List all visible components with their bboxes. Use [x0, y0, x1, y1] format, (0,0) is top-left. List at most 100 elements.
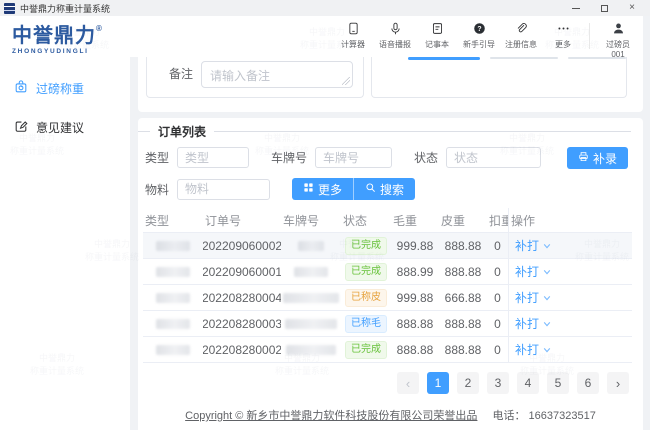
filter-plate-input[interactable]	[315, 147, 392, 168]
next-page-button[interactable]: ›	[607, 372, 629, 394]
tare-weight-cell: 666.88	[439, 285, 487, 310]
user-name: 过磅员001	[606, 40, 630, 60]
column-header: 状态	[341, 208, 391, 232]
registered-mark: ®	[96, 24, 103, 33]
redacted-type	[156, 345, 190, 355]
footer: Copyright © 新乡市中誉鼎力软件科技股份有限公司荣誉出品 电话： 16…	[138, 407, 643, 423]
action-cell: 补打	[508, 259, 632, 284]
tare-weight-cell: 888.88	[439, 311, 487, 336]
plate-cell	[281, 285, 341, 310]
paperclip-icon	[515, 22, 528, 38]
tool-label: 记事本	[425, 40, 449, 50]
supplement-record-button[interactable]: 补录	[567, 147, 628, 169]
beginner-guide-tool[interactable]: ? 新手引导	[458, 20, 500, 50]
tab-indicator[interactable]	[490, 57, 558, 59]
page-button-2[interactable]: 2	[457, 372, 479, 394]
status-badge: 已完成	[345, 263, 387, 281]
table-row[interactable]: 202209060002已完成999.88888.880补打	[143, 233, 632, 259]
remark-label: 备注	[169, 61, 193, 88]
registration-info-tool[interactable]: 注册信息	[500, 20, 542, 50]
user-menu[interactable]: 过磅员001	[595, 20, 641, 60]
grid-icon	[303, 182, 314, 196]
page-button-5[interactable]: 5	[547, 372, 569, 394]
weighing-form-panel: 备注	[138, 57, 643, 112]
action-cell: 补打	[508, 233, 632, 258]
plate-cell	[281, 259, 341, 284]
minimize-button[interactable]	[562, 0, 590, 16]
tare-weight-cell: 888.88	[439, 233, 487, 258]
action-cell: 补打	[508, 311, 632, 336]
redacted-plate	[285, 319, 337, 329]
page-button-4[interactable]: 4	[517, 372, 539, 394]
plate-cell	[281, 233, 341, 258]
scale-icon	[14, 80, 28, 97]
voice-broadcast-tool[interactable]: 语音播报	[374, 20, 416, 50]
table-row[interactable]: 202208280003已称毛888.88888.880补打	[143, 311, 632, 337]
reprint-dropdown[interactable]: 补打	[515, 315, 551, 332]
status-cell: 已完成	[341, 233, 391, 258]
window-title: 中誉鼎力称重计量系统	[20, 2, 110, 15]
column-header: 毛重	[391, 208, 439, 232]
table-row[interactable]: 202208280002已完成888.88888.880补打	[143, 337, 632, 363]
status-cell: 已称毛	[341, 311, 391, 336]
active-tab-indicator[interactable]	[408, 57, 480, 60]
deduct-cell: 0	[487, 259, 508, 284]
order-no-cell: 202208280004	[203, 285, 281, 310]
close-button[interactable]: ×	[618, 0, 646, 16]
order-no-cell: 202209060001	[203, 259, 281, 284]
filter-type-input[interactable]	[177, 147, 249, 168]
filter-row-2: 物料 更多 搜索	[145, 178, 415, 200]
close-icon: ×	[629, 3, 635, 13]
column-header: 订单号	[203, 208, 281, 232]
notepad-tool[interactable]: 记事本	[416, 20, 458, 50]
search-button[interactable]: 搜索	[354, 178, 415, 200]
divider-line	[214, 131, 631, 132]
toolbar: 计算器 语音播报 记事本 ? 新手引导 注册信息 更多	[130, 16, 643, 57]
prev-page-button[interactable]: ‹	[397, 372, 419, 394]
user-icon	[612, 22, 625, 38]
tool-label: 语音播报	[379, 40, 411, 50]
sidebar: 中誉鼎力® ZHONGYUDINGLI 过磅称重 意见建议	[0, 16, 130, 430]
filter-plate-label: 车牌号	[271, 149, 307, 166]
more-tool[interactable]: 更多	[542, 20, 584, 50]
notepad-icon	[431, 22, 444, 38]
reprint-dropdown[interactable]: 补打	[515, 263, 551, 280]
filter-status-input[interactable]	[446, 147, 541, 168]
table-row[interactable]: 202209060001已完成888.99888.880补打	[143, 259, 632, 285]
status-badge: 已称皮	[345, 289, 387, 307]
tare-weight-cell: 888.88	[439, 259, 487, 284]
phone-text: 电话： 16637323517	[493, 410, 596, 422]
sidebar-item-weighing[interactable]: 过磅称重	[0, 69, 130, 108]
supplement-record-label: 补录	[593, 150, 617, 167]
order-table-header: 类型订单号车牌号状态毛重皮重扣重操作	[143, 208, 632, 233]
calculator-tool[interactable]: 计算器	[332, 20, 374, 50]
sidebar-item-feedback[interactable]: 意见建议	[0, 108, 130, 147]
order-no-cell: 202208280003	[203, 311, 281, 336]
column-header: 类型	[143, 208, 203, 232]
deduct-cell: 0	[487, 311, 508, 336]
table-row[interactable]: 202208280004已称皮999.88666.880补打	[143, 285, 632, 311]
filter-type-label: 类型	[145, 149, 169, 166]
page-button-6[interactable]: 6	[577, 372, 599, 394]
type-cell	[143, 311, 203, 336]
more-filters-button[interactable]: 更多	[292, 178, 354, 200]
more-filters-label: 更多	[318, 181, 342, 198]
filter-material-input[interactable]	[177, 179, 270, 200]
chevron-down-icon	[543, 265, 551, 279]
status-badge: 已称毛	[345, 315, 387, 333]
search-icon	[365, 182, 376, 196]
copyright-link[interactable]: Copyright © 新乡市中誉鼎力软件科技股份有限公司荣誉出品	[185, 410, 477, 422]
maximize-button[interactable]	[590, 0, 618, 16]
calculator-icon	[347, 22, 360, 38]
reprint-dropdown[interactable]: 补打	[515, 237, 551, 254]
column-header: 车牌号	[281, 208, 341, 232]
reprint-dropdown[interactable]: 补打	[515, 341, 551, 358]
redacted-type	[156, 293, 190, 303]
page-button-1[interactable]: 1	[427, 372, 449, 394]
page-button-3[interactable]: 3	[487, 372, 509, 394]
remark-textarea[interactable]	[201, 61, 353, 88]
reprint-dropdown[interactable]: 补打	[515, 289, 551, 306]
type-cell	[143, 337, 203, 362]
status-badge: 已完成	[345, 341, 387, 359]
redacted-plate	[283, 293, 339, 303]
